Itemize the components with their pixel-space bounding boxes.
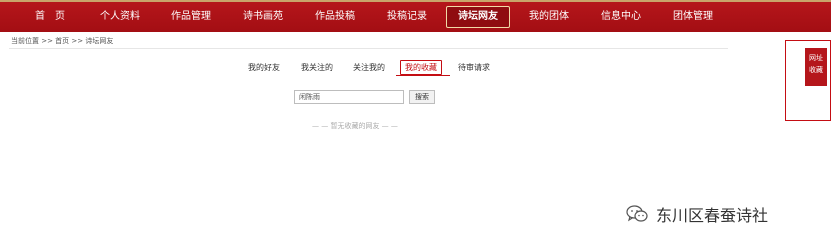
nav-item-home[interactable]: 首 页 [30,2,70,32]
side-tab-label-line2: 收藏 [809,66,823,74]
side-tab-label-line1: 网址 [809,54,823,62]
divider [9,48,728,49]
tab-my-favorites[interactable]: 我的收藏 [400,60,442,75]
side-bookmark-panel: 网址 收藏 [785,40,831,121]
search-input[interactable]: 闲陈雨 [294,90,404,104]
top-nav-bar: 首 页 个人资料 作品管理 诗书画苑 作品投稿 投稿记录 诗坛网友 我的团体 信… [0,0,831,32]
bookmark-url-button[interactable]: 网址 收藏 [805,48,827,86]
empty-state-message: — — 暂无收藏的网友 — — [312,122,398,130]
nav-item-submission-records[interactable]: 投稿记录 [386,2,428,32]
nav-item-poetry-painting[interactable]: 诗书画苑 [242,2,284,32]
nav-item-poetry-friends[interactable]: 诗坛网友 [446,6,510,28]
active-tab-underline [396,75,450,76]
watermark: 东川区春蚕诗社 [626,203,768,225]
tab-my-friends[interactable]: 我的好友 [248,62,280,73]
nav-item-profile[interactable]: 个人资料 [100,2,140,32]
tab-pending-requests[interactable]: 待审请求 [458,62,490,73]
breadcrumb: 当前位置 >> 首页 >> 诗坛网友 [11,37,114,45]
nav-item-works-management[interactable]: 作品管理 [170,2,212,32]
wechat-icon [626,205,648,222]
nav-item-my-group[interactable]: 我的团体 [528,2,570,32]
main-nav: 首 页 个人资料 作品管理 诗书画苑 作品投稿 投稿记录 诗坛网友 我的团体 信… [0,2,831,34]
tab-my-following[interactable]: 我关注的 [301,62,333,73]
tab-followers[interactable]: 关注我的 [353,62,385,73]
search-button[interactable]: 搜索 [409,90,435,104]
watermark-text: 东川区春蚕诗社 [656,206,769,225]
nav-item-submit-work[interactable]: 作品投稿 [314,2,356,32]
nav-item-info-center[interactable]: 信息中心 [600,2,642,32]
nav-item-group-management[interactable]: 团体管理 [672,2,714,32]
